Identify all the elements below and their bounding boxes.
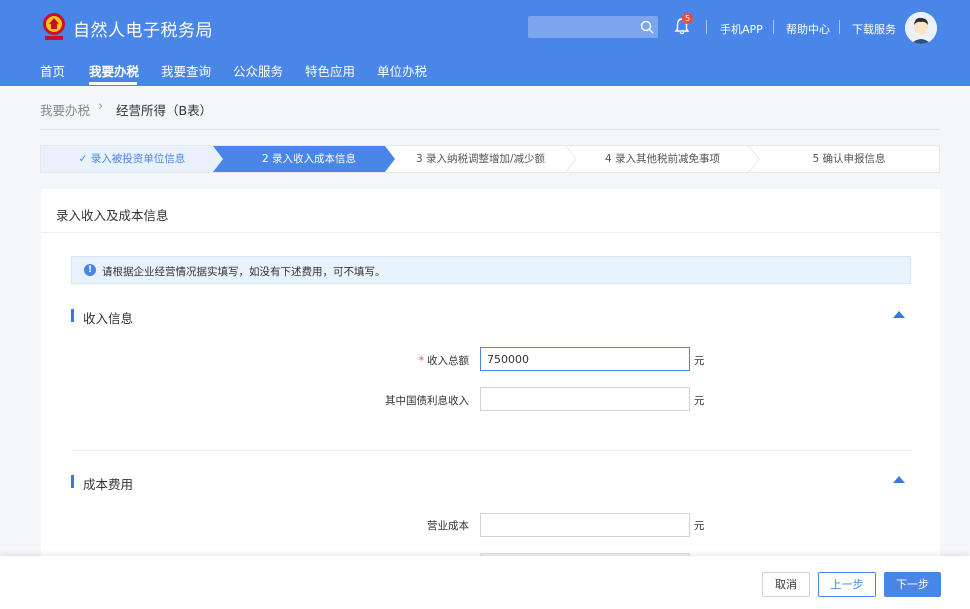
step-progress: ✓ 录入被投资单位信息 2 录入收入成本信息 3 录入纳税调整增加/减少额 4 … (40, 145, 940, 173)
nav-active-indicator (89, 82, 137, 85)
download-service-link[interactable]: 下载服务 (852, 21, 896, 37)
header-divider (773, 20, 774, 34)
header-divider (706, 20, 707, 34)
collapse-up-icon[interactable] (893, 311, 905, 318)
tax-bureau-logo (43, 13, 65, 40)
help-center-link[interactable]: 帮助中心 (786, 21, 830, 37)
treasury-interest-input[interactable] (480, 387, 690, 411)
nav-home[interactable]: 首页 (40, 61, 65, 80)
card-divider (41, 232, 940, 233)
notice-text: 请根据企业经营情况据实填写，如没有下述费用，可不填写。 (102, 266, 386, 278)
nav-query[interactable]: 我要查询 (161, 61, 211, 80)
search-icon[interactable] (640, 20, 654, 34)
action-footer: 取消 上一步 下一步 (0, 556, 970, 609)
next-step-button[interactable]: 下一步 (884, 572, 941, 597)
info-icon: ! (84, 264, 96, 276)
nav-special-apps[interactable]: 特色应用 (305, 61, 355, 80)
unit-label: 元 (694, 395, 705, 407)
nav-tax-handling[interactable]: 我要办税 (89, 61, 139, 80)
header-divider (839, 20, 840, 34)
nav-unit-tax[interactable]: 单位办税 (377, 61, 427, 80)
breadcrumb-parent[interactable]: 我要办税 (40, 100, 90, 119)
total-income-label: 收入总额 (427, 355, 469, 367)
nav-public-service[interactable]: 公众服务 (233, 61, 283, 80)
operating-cost-input[interactable] (480, 513, 690, 537)
income-section-title: 收入信息 (83, 311, 134, 326)
cost-section-title: 成本费用 (83, 477, 134, 492)
previous-step-button[interactable]: 上一步 (818, 572, 876, 597)
search-input[interactable] (528, 16, 658, 38)
site-title: 自然人电子税务局 (73, 21, 213, 41)
top-header: 自然人电子税务局 5 手机APP 帮助中心 下载服务 首页 我要办税 我要查询 … (0, 0, 970, 86)
section-marker (71, 309, 74, 322)
avatar-icon (905, 12, 937, 44)
card-title: 录入收入及成本信息 (56, 208, 169, 223)
step-4: 4 录入其他税前减免事项 (604, 153, 721, 165)
user-avatar[interactable] (905, 12, 937, 44)
required-mark: * (418, 355, 424, 367)
notification-badge: 5 (682, 13, 693, 24)
step-5: 5 确认申报信息 (812, 153, 886, 165)
step-2: 2 录入收入成本信息 (261, 153, 357, 165)
cancel-button[interactable]: 取消 (762, 572, 810, 597)
mobile-app-link[interactable]: 手机APP (720, 21, 763, 37)
total-income-input[interactable] (480, 347, 690, 371)
section-divider (71, 450, 911, 451)
breadcrumb-current: 经营所得（B表） (116, 103, 213, 118)
treasury-interest-label: 其中国债利息收入 (385, 395, 469, 407)
breadcrumb: 我要办税 › 经营所得（B表） (40, 86, 940, 130)
info-notice: ! 请根据企业经营情况据实填写，如没有下述费用，可不填写。 (71, 256, 911, 284)
unit-label: 元 (694, 355, 705, 367)
step-3: 3 录入纳税调整增加/减少额 (415, 153, 546, 165)
form-card: 录入收入及成本信息 ! 请根据企业经营情况据实填写，如没有下述费用，可不填写。 … (41, 189, 940, 609)
field-label-total-income: * 收入总额 (341, 353, 469, 368)
operating-cost-label: 营业成本 (427, 520, 469, 532)
unit-label: 元 (694, 520, 705, 532)
collapse-up-icon[interactable] (893, 476, 905, 483)
chevron-right-icon: › (98, 99, 104, 114)
step-1[interactable]: ✓ 录入被投资单位信息 (41, 146, 223, 172)
section-marker (71, 475, 74, 488)
